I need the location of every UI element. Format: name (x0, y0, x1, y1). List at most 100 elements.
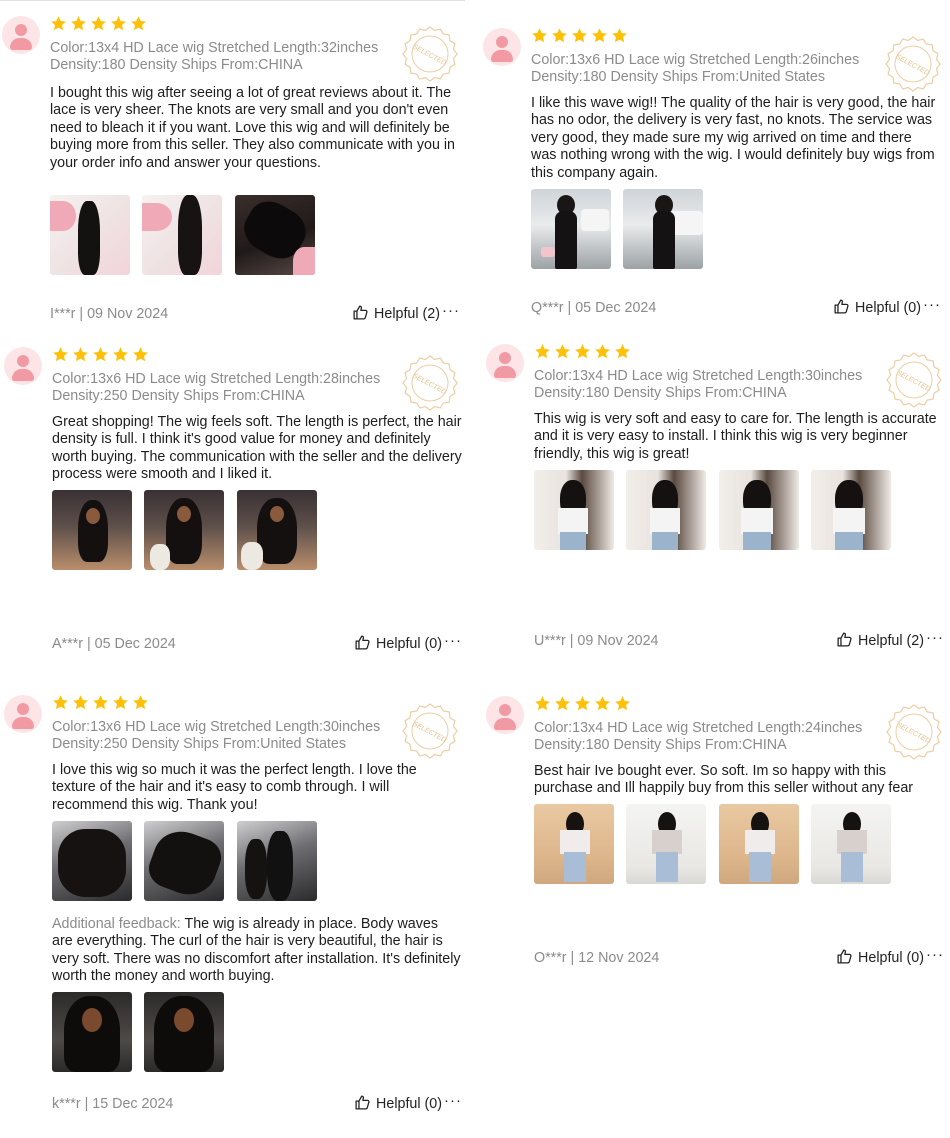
star-icon (70, 15, 87, 32)
review-card: Color:13x6 HD Lace wig Stretched Length:… (4, 345, 464, 655)
review-footer: A***r | 05 Dec 2024 Helpful (0) ··· (52, 631, 462, 654)
star-icon (611, 27, 628, 44)
star-icon (92, 346, 109, 363)
customer-photo[interactable] (144, 992, 225, 1072)
wig-bundle-photo[interactable] (234, 195, 315, 275)
author-date: I***r | 09 Nov 2024 (50, 306, 169, 322)
wig-bundle-photo[interactable] (144, 821, 225, 901)
customer-photo[interactable] (52, 490, 132, 570)
helpful-button[interactable]: Helpful (2) (836, 631, 924, 651)
customer-photo[interactable] (626, 470, 707, 550)
sku-info: Color:13x4 HD Lace wig Stretched Length:… (50, 40, 400, 74)
svg-text:SELECTED: SELECTED (894, 54, 930, 78)
helpful-button[interactable]: Helpful (0) (354, 1094, 442, 1114)
helpful-button[interactable]: Helpful (0) (833, 298, 921, 318)
sku-line-2: Density:250 Density Ships From:United St… (52, 736, 347, 752)
author-date: A***r | 05 Dec 2024 (52, 636, 176, 652)
customer-photo[interactable] (531, 189, 611, 269)
customer-photo[interactable] (811, 470, 892, 550)
review-text: Great shopping! The wig feels soft. The … (52, 414, 462, 483)
more-dots-icon[interactable]: ··· (444, 1091, 462, 1111)
star-icon (52, 346, 69, 363)
review-text: Best hair Ive bought ever. So soft. Im s… (534, 763, 914, 797)
review-footer: k***r | 15 Dec 2024 Helpful (0) ··· (52, 1091, 462, 1114)
more-dots-icon[interactable]: ··· (926, 628, 944, 648)
thumbs-up-icon (833, 298, 850, 315)
selected-seal-icon: SELECTED (886, 704, 942, 760)
wig-bundle-photo[interactable] (50, 195, 130, 275)
star-icon (132, 346, 149, 363)
sku-line-2: Density:180 Density Ships From:CHINA (534, 737, 787, 753)
helpful-button[interactable]: Helpful (2) (352, 304, 440, 324)
customer-photo[interactable] (626, 804, 707, 884)
star-icon (90, 15, 107, 32)
star-icon (614, 695, 631, 712)
helpful-label: Helpful (0) (858, 950, 924, 966)
review-text: I bought this wig after seeing a lot of … (50, 85, 455, 171)
selected-seal-icon: SELECTED (886, 352, 942, 408)
review-footer: U***r | 09 Nov 2024 Helpful (2) ··· (534, 628, 944, 651)
star-icon (531, 27, 548, 44)
customer-photo[interactable] (623, 189, 704, 269)
star-icon (72, 694, 89, 711)
sku-line-1: Color:13x6 HD Lace wig Stretched Length:… (52, 719, 381, 735)
sku-info: Color:13x6 HD Lace wig Stretched Length:… (531, 52, 881, 86)
additional-photos (52, 992, 232, 1074)
star-icon (594, 695, 611, 712)
review-text: This wig is very soft and easy to care f… (534, 411, 937, 462)
review-photos (534, 470, 899, 552)
user-avatar-icon (486, 696, 524, 734)
helpful-button[interactable]: Helpful (0) (354, 634, 442, 654)
customer-photo[interactable] (236, 490, 317, 570)
more-dots-icon[interactable]: ··· (444, 631, 462, 651)
sku-line-2: Density:250 Density Ships From:CHINA (52, 388, 305, 404)
sku-line-2: Density:180 Density Ships From:CHINA (50, 57, 303, 73)
selected-seal-icon: SELECTED (402, 355, 458, 411)
thumbs-up-icon (836, 948, 853, 965)
customer-photo[interactable] (144, 490, 225, 570)
customer-photo[interactable] (534, 470, 614, 550)
review-card: Color:13x6 HD Lace wig Stretched Length:… (4, 693, 464, 1123)
star-icon (554, 343, 571, 360)
author-date: k***r | 15 Dec 2024 (52, 1096, 174, 1112)
selected-seal-icon: SELECTED (885, 36, 941, 92)
top-divider (0, 0, 465, 1)
review-photos (52, 821, 325, 903)
svg-text:SELECTED: SELECTED (411, 44, 447, 68)
star-icon (571, 27, 588, 44)
review-photos (52, 490, 325, 572)
more-dots-icon[interactable]: ··· (442, 301, 460, 321)
additional-feedback: Additional feedback: The wig is already … (52, 916, 462, 986)
star-icon (92, 694, 109, 711)
user-avatar-icon (483, 28, 521, 66)
selected-seal-icon: SELECTED (402, 703, 458, 759)
review-footer: Q***r | 05 Dec 2024 Helpful (0) ··· (531, 295, 941, 318)
sku-line-1: Color:13x4 HD Lace wig Stretched Length:… (50, 40, 379, 56)
star-rating (534, 343, 634, 363)
star-icon (110, 15, 127, 32)
customer-photo[interactable] (534, 804, 614, 884)
customer-photo[interactable] (718, 470, 799, 550)
user-avatar-icon (4, 695, 42, 733)
svg-text:SELECTED: SELECTED (411, 721, 447, 745)
review-card: Color:13x6 HD Lace wig Stretched Length:… (483, 26, 943, 326)
star-icon (574, 695, 591, 712)
customer-photo[interactable] (811, 804, 892, 884)
more-dots-icon[interactable]: ··· (923, 295, 941, 315)
more-dots-icon[interactable]: ··· (926, 945, 944, 965)
customer-photo[interactable] (52, 992, 132, 1072)
review-photos (534, 804, 899, 886)
customer-photo[interactable] (718, 804, 799, 884)
wig-bundle-photo[interactable] (236, 821, 317, 901)
author-date: O***r | 12 Nov 2024 (534, 950, 660, 966)
review-card: Color:13x4 HD Lace wig Stretched Length:… (2, 14, 462, 334)
wig-bundle-photo[interactable] (142, 195, 223, 275)
helpful-button[interactable]: Helpful (0) (836, 948, 924, 968)
helpful-label: Helpful (0) (376, 636, 442, 652)
helpful-label: Helpful (2) (374, 306, 440, 322)
thumbs-up-icon (354, 634, 371, 651)
helpful-label: Helpful (0) (376, 1096, 442, 1112)
sku-line-1: Color:13x6 HD Lace wig Stretched Length:… (52, 371, 381, 387)
wig-bundle-photo[interactable] (52, 821, 132, 901)
star-icon (72, 346, 89, 363)
